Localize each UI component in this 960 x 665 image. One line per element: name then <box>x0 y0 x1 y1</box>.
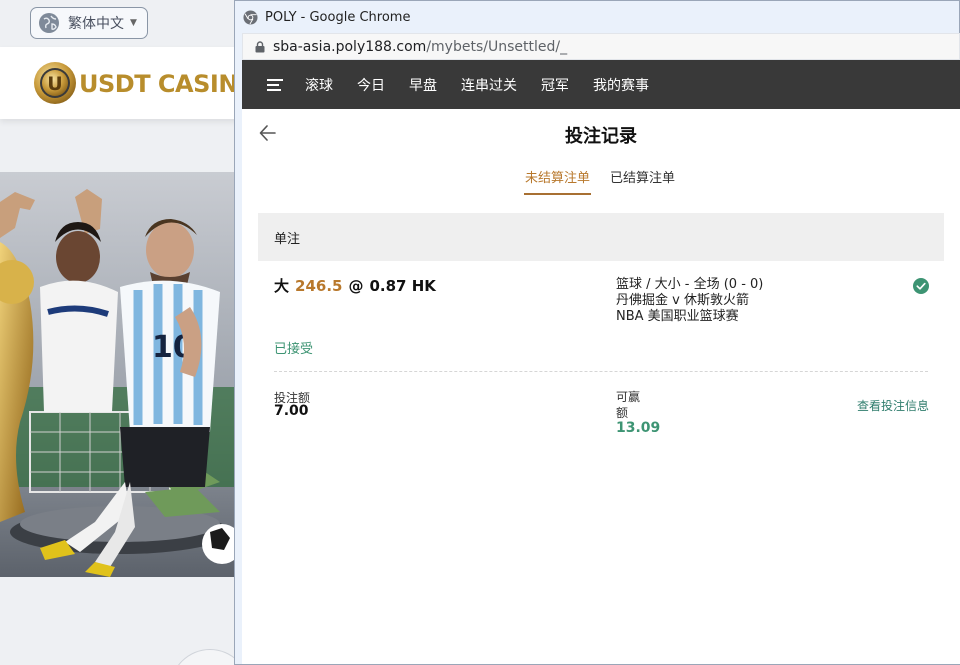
hamburger-menu-icon[interactable] <box>267 78 283 91</box>
nav-item-parlay[interactable]: 连串过关 <box>461 75 517 95</box>
language-label: 繁体中文 <box>68 16 124 32</box>
bet-selection-line: 大 246.5 @0.87 HK <box>274 275 436 296</box>
bet-odds: 0.87 HK <box>369 277 436 295</box>
url-path: /mybets/Unsettled/_ <box>426 38 568 55</box>
page-title: 投注记录 <box>565 126 637 147</box>
lock-icon[interactable] <box>255 40 265 53</box>
window-titlebar[interactable]: POLY - Google Chrome <box>235 1 959 33</box>
window-title: POLY - Google Chrome <box>265 9 411 25</box>
accepted-check-icon <box>913 278 929 294</box>
bet-status: 已接受 <box>274 342 314 357</box>
divider <box>274 371 928 372</box>
bet-match: 丹佛掘金 v 休斯敦火箭 <box>616 293 749 308</box>
page-content: 滚球 今日 早盘 连串过关 冠军 我的赛事 投注记录 未结算注单 已结算注单 单… <box>242 60 960 664</box>
view-bet-details-link[interactable]: 查看投注信息 <box>857 397 929 414</box>
tab-settled[interactable]: 已结算注单 <box>610 167 675 195</box>
bet-card: 大 246.5 @0.87 HK 篮球 / 大小 - 全场 (0 - 0) 丹佛掘金… <box>258 261 944 451</box>
browser-popup-window[interactable]: POLY - Google Chrome sba-asia.poly188.co… <box>234 0 960 665</box>
address-bar[interactable]: sba-asia.poly188.com/mybets/Unsettled/_ <box>242 33 960 60</box>
logo-emblem-letter: U <box>47 73 62 95</box>
bet-status-tabs: 未结算注单 已结算注单 <box>242 159 960 199</box>
language-selector[interactable]: 繁体中文 ▼ <box>30 7 148 39</box>
tab-unsettled[interactable]: 未结算注单 <box>524 167 592 195</box>
promo-banner-image[interactable]: 10 <box>0 172 240 577</box>
casino-logo-text: USDT CASINO <box>79 70 258 98</box>
stake-value: 7.00 <box>274 403 309 419</box>
casino-logo-emblem[interactable]: U <box>33 61 77 105</box>
bet-handicap: 246.5 <box>295 277 343 295</box>
url-host: sba-asia.poly188.com <box>273 38 427 55</box>
chevron-down-icon: ▼ <box>130 18 137 28</box>
nav-item-my-events[interactable]: 我的赛事 <box>593 75 649 95</box>
section-single-bets: 单注 <box>258 213 944 261</box>
globe-icon <box>39 13 59 33</box>
page-header: 投注记录 <box>242 109 960 159</box>
bet-market: 篮球 / 大小 - 全场 (0 - 0) <box>616 277 764 292</box>
nav-item-outright[interactable]: 冠军 <box>541 75 569 95</box>
top-navigation: 滚球 今日 早盘 连串过关 冠军 我的赛事 <box>242 60 960 109</box>
chrome-favicon-icon <box>243 9 258 25</box>
bet-selection: 大 <box>274 277 290 295</box>
potential-win-label: 可赢额 <box>616 390 641 420</box>
nav-item-early[interactable]: 早盘 <box>409 75 437 95</box>
nav-item-live[interactable]: 滚球 <box>305 75 333 95</box>
nav-item-today[interactable]: 今日 <box>357 75 385 95</box>
match-info: 篮球 / 大小 - 全场 (0 - 0) 丹佛掘金 v 休斯敦火箭 NBA 美国… <box>616 277 763 325</box>
bet-league: NBA 美国职业篮球赛 <box>616 309 739 324</box>
bet-at-symbol: @ <box>348 277 364 295</box>
potential-win-value: 13.09 <box>616 420 661 436</box>
